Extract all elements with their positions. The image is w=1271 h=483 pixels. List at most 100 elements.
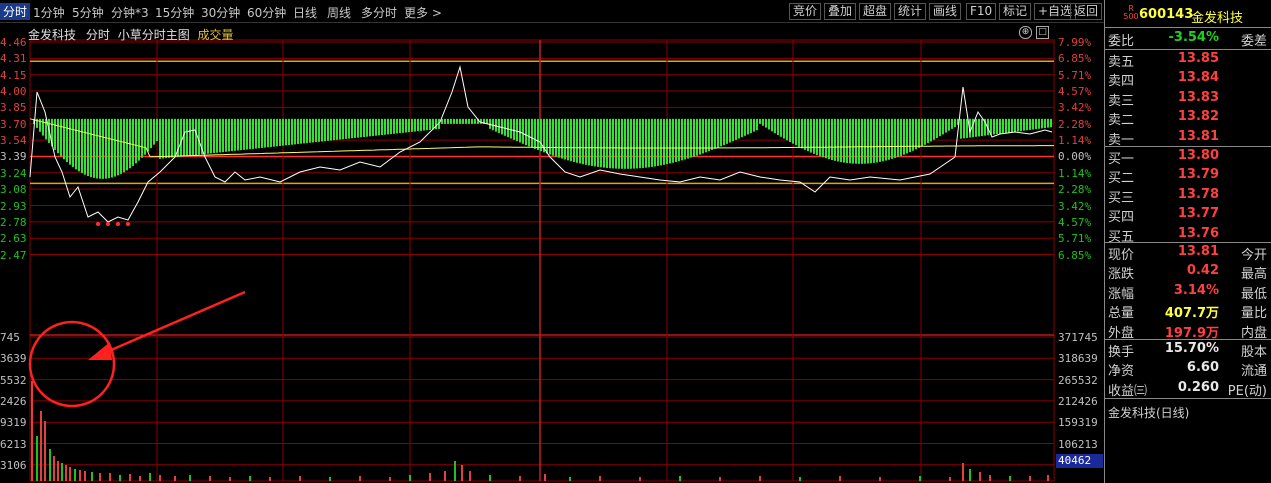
super-button[interactable]: 超盘 — [859, 3, 892, 20]
divider — [1104, 146, 1271, 147]
period-tab-more[interactable]: 更多 > — [404, 4, 442, 21]
stat-value: 3.14% — [1173, 282, 1219, 298]
ask-row[interactable]: 卖三 13.83 — [1106, 90, 1269, 109]
price-tick-left: 2.78 — [0, 215, 27, 229]
period-tab-30min[interactable]: 30分钟 — [201, 4, 240, 21]
chart-header: 金发科技 分时 小草分时主图 成交量 — [28, 26, 234, 43]
price-tick-left: 4.00 — [0, 85, 27, 99]
divider — [1104, 398, 1271, 399]
weicha-label: 委差 — [1240, 34, 1267, 49]
divider — [1104, 49, 1271, 50]
ask-label: 卖五 — [1108, 55, 1135, 70]
pct-tick-right: 7.99% — [1058, 36, 1092, 49]
volume-tick-left: 3639 — [0, 352, 27, 366]
stat-row[interactable]: 现价 13.81 今开 — [1106, 244, 1269, 263]
volume-tick-right: 371745 — [1058, 331, 1098, 344]
stat-label2: 量比 — [1240, 306, 1267, 322]
period-tab-multi[interactable]: 多分时 — [361, 4, 397, 21]
volume-tick-right: 265532 — [1058, 373, 1098, 387]
f10-button[interactable]: F10 — [966, 3, 997, 20]
ask-row[interactable]: 卖二 13.82 — [1106, 109, 1269, 128]
stat2-row[interactable]: 净资 6.60 流通 — [1106, 360, 1269, 379]
chart-mode: 分时 — [85, 28, 110, 42]
ask-label: 卖四 — [1108, 74, 1135, 90]
period-tab-week[interactable]: 周线 — [327, 4, 351, 21]
ask-row[interactable]: 卖五 13.85 — [1106, 51, 1269, 70]
stat2-row[interactable]: 收益㈢ 0.260 PE(动) — [1106, 380, 1269, 399]
bid-label: 买四 — [1108, 210, 1135, 226]
annotation-arrow-head — [88, 342, 112, 360]
price-tick-left: 3.24 — [0, 166, 27, 180]
period-tab-5min[interactable]: 5分钟 — [72, 4, 104, 21]
back-button[interactable]: 返回 — [1070, 3, 1103, 20]
bid-label: 买二 — [1108, 171, 1135, 187]
price-tick-left: 3.85 — [0, 101, 27, 115]
ask-row[interactable]: 卖四 13.84 — [1106, 70, 1269, 89]
overlay-button[interactable]: 叠加 — [824, 3, 857, 20]
pct-tick-right: 2.28% — [1058, 183, 1092, 197]
pct-tick-right: 4.57% — [1058, 215, 1092, 229]
stat-row[interactable]: 涨幅 3.14% 最低 — [1106, 283, 1269, 302]
stat-row[interactable]: 总量 407.7万 量比 — [1106, 302, 1269, 321]
stat-label2: 最高 — [1240, 267, 1267, 283]
bid-value: 13.78 — [1177, 186, 1219, 202]
period-tab-min3[interactable]: 分钟*3 — [111, 4, 149, 21]
period-tab-day[interactable]: 日线 — [293, 4, 317, 21]
ask-value: 13.82 — [1177, 109, 1219, 125]
stat-value: 197.9万 — [1164, 325, 1219, 341]
stat2-label2: PE(动) — [1227, 383, 1267, 399]
ask-value: 13.85 — [1177, 51, 1219, 66]
weibi-label: 委比 — [1108, 34, 1135, 49]
stat2-value: 15.70% — [1164, 341, 1219, 356]
period-tab-15min[interactable]: 15分钟 — [155, 4, 194, 21]
panel-footer: 金发科技(日线) — [1108, 406, 1190, 420]
low-marker — [116, 222, 120, 226]
price-tick-left: 2.93 — [0, 199, 27, 213]
volume-tick-left: 745 — [0, 331, 20, 344]
bid-value: 13.80 — [1177, 148, 1219, 163]
pct-tick-right: 1.14% — [1058, 166, 1092, 180]
period-tab-1min[interactable]: 1分钟 — [33, 4, 65, 21]
index-badge-bottom: 500 — [1123, 12, 1139, 21]
auction-button[interactable]: 竞价 — [789, 3, 822, 20]
bid-row[interactable]: 买二 13.79 — [1106, 167, 1269, 186]
bid-row[interactable]: 买一 13.80 — [1106, 148, 1269, 167]
low-marker — [126, 222, 130, 226]
mark-button[interactable]: 标记 — [999, 3, 1032, 20]
pct-tick-right: 5.71% — [1058, 68, 1092, 82]
stat-row[interactable]: 外盘 197.9万 内盘 — [1106, 322, 1269, 341]
bid-row[interactable]: 买三 13.78 — [1106, 187, 1269, 206]
intraday-chart[interactable]: 金发科技 分时 小草分时主图 成交量 ⊕ □ 4.46 7.99% 4.31 6.85… — [0, 22, 1104, 483]
chart-stock-name: 金发科技 — [28, 28, 77, 42]
volume-tick-left: 2426 — [0, 394, 27, 408]
ask-row[interactable]: 卖一 13.81 — [1106, 129, 1269, 148]
stat-row[interactable]: 涨跌 0.42 最高 — [1106, 263, 1269, 282]
price-tick-left: 3.54 — [0, 134, 27, 148]
stats-button[interactable]: 统计 — [894, 3, 927, 20]
bid-row[interactable]: 买四 13.77 — [1106, 206, 1269, 225]
weibi-value: -3.54% — [1168, 30, 1220, 45]
pct-tick-right: 0.00% — [1058, 150, 1092, 164]
price-tick-left: 3.39 — [0, 150, 27, 164]
volume-tick-left: 6213 — [0, 437, 27, 451]
pct-tick-right: 2.28% — [1058, 117, 1092, 131]
bid-label: 买三 — [1108, 190, 1135, 206]
draw-button[interactable]: 画线 — [929, 3, 962, 20]
period-tab-60min[interactable]: 60分钟 — [247, 4, 286, 21]
maximize-icon[interactable]: □ — [1036, 26, 1049, 39]
ask-value: 13.84 — [1177, 70, 1219, 86]
pct-tick-right: 1.14% — [1058, 134, 1092, 148]
divider — [1104, 242, 1271, 243]
stat2-value: 6.60 — [1186, 360, 1219, 376]
period-tab-fenshi[interactable]: 分时 — [0, 3, 31, 20]
bid-value: 13.77 — [1177, 206, 1219, 222]
divider — [1104, 27, 1271, 28]
pct-tick-right: 5.71% — [1058, 232, 1092, 246]
bid-label: 买一 — [1108, 152, 1135, 167]
stat2-row[interactable]: 换手 15.70% 股本 — [1106, 341, 1269, 360]
price-tick-left: 4.46 — [0, 36, 27, 49]
settings-icon[interactable]: ⊕ — [1019, 26, 1032, 39]
volume-tick-right: 212426 — [1058, 394, 1098, 408]
chart-subtitle: 小草分时主图 — [117, 28, 190, 42]
stat-label: 涨幅 — [1108, 286, 1135, 302]
